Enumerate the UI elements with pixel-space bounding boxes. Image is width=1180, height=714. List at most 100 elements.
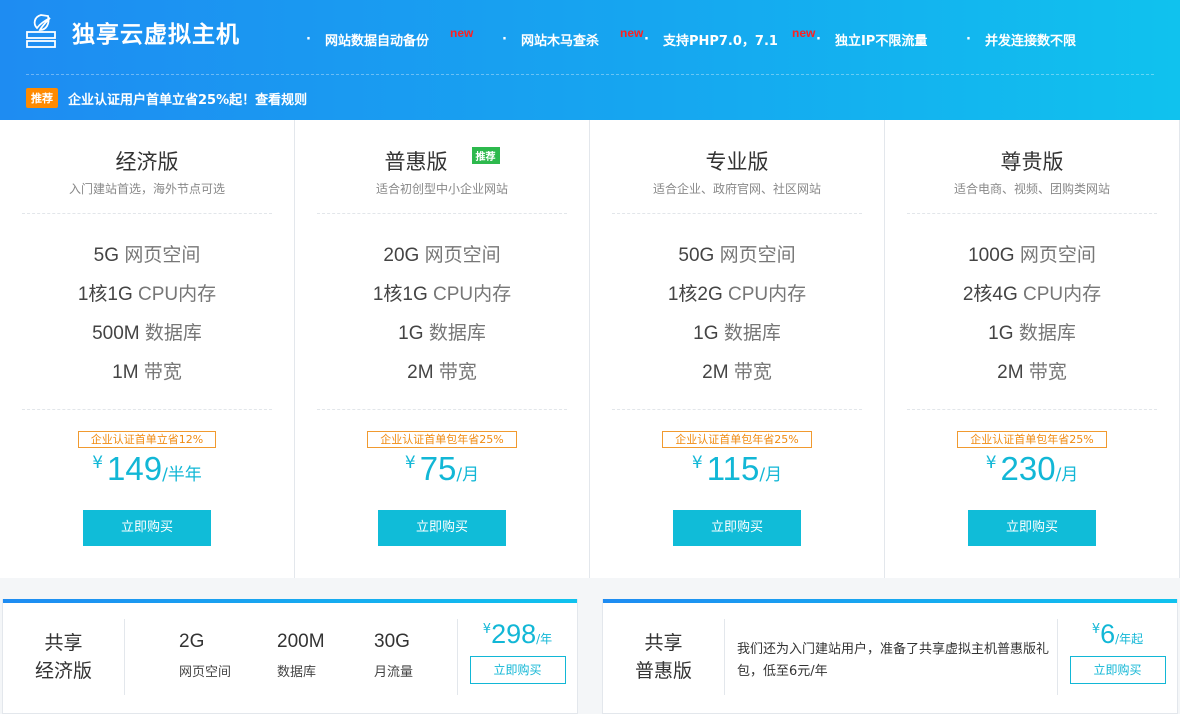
spec-web-space: 50G 网页空间	[612, 236, 862, 275]
feature-bullet: ·	[816, 31, 821, 47]
shared-plan-name-line2: 经济版	[34, 660, 92, 682]
plan-subtitle: 适合初创型中小企业网站	[375, 182, 508, 196]
spec-web-space: 100G 网页空间	[907, 236, 1157, 275]
plan-name: 尊贵版	[1001, 146, 1064, 176]
feature-unlimited-connections: · 并发连接数不限	[966, 30, 1106, 49]
discount-badge: 企业认证首单包年省25%	[590, 428, 884, 448]
spec-value: 1G	[398, 323, 424, 344]
buy-now-button[interactable]: 立即购买	[968, 510, 1096, 546]
spec-unit: 带宽	[438, 362, 477, 383]
plan-header: 经济版 入门建站首选，海外节点可选	[22, 146, 272, 214]
spec-value: 100G	[968, 245, 1015, 266]
buy-now-button[interactable]: 立即购买	[469, 656, 566, 684]
price-amount: 75	[419, 450, 457, 487]
spec-value: 2核4G	[962, 284, 1018, 305]
price-currency: ¥	[1091, 622, 1101, 637]
spec-unit: 带宽	[1028, 362, 1067, 383]
plan-subtitle: 入门建站首选，海外节点可选	[68, 182, 225, 196]
feature-malware-scan: · 网站木马查杀 new	[502, 26, 644, 49]
spec-unit: 网页空间	[424, 245, 501, 266]
price-period: /月	[759, 465, 783, 485]
price-amount: 149	[107, 450, 163, 487]
shared-price: ¥6/年起	[1058, 619, 1177, 650]
plan-name-text: 普惠版	[384, 150, 448, 174]
buy-now-button[interactable]: 立即购买	[83, 510, 211, 546]
spec-unit: 数据库	[723, 323, 781, 344]
spec-value: 1核1G	[372, 284, 428, 305]
price-period: /年	[536, 632, 553, 646]
shared-plan-name-line1: 共享	[644, 632, 683, 654]
plan-name-text: 专业版	[705, 150, 769, 174]
spec-value: 2M	[702, 362, 729, 383]
discount-text: 企业认证首单包年省25%	[957, 431, 1107, 448]
feature-php: · 支持PHP7.0，7.1 new	[644, 26, 816, 49]
spec-unit: CPU内存	[433, 284, 512, 305]
stat-value: 30G	[374, 631, 410, 652]
shared-puhui-box: 共享 普惠版 我们还为入门建站用户，准备了共享虚拟主机普惠版礼包，低至6元/年 …	[602, 599, 1178, 714]
price-currency: ¥	[92, 453, 104, 473]
shared-plan-description: 我们还为入门建站用户，准备了共享虚拟主机普惠版礼包，低至6元/年	[737, 642, 1050, 679]
shared-price-area: ¥298/年 立即购买	[457, 619, 577, 695]
spec-unit: 数据库	[428, 323, 486, 344]
discount-badge: 企业认证首单包年省25%	[295, 428, 589, 448]
spec-unit: 数据库	[144, 323, 202, 344]
spec-unit: 带宽	[143, 362, 182, 383]
spec-bandwidth: 1M 带宽	[22, 353, 272, 392]
price-period: /半年	[162, 465, 202, 485]
stat-label: 数据库	[277, 665, 317, 680]
spec-unit: 带宽	[733, 362, 772, 383]
plan-subtitle: 适合电商、视频、团购类网站	[953, 182, 1110, 196]
brand-title: 独享云虚拟主机	[72, 22, 240, 48]
buy-now-button[interactable]: 立即购买	[673, 510, 801, 546]
feature-label: 网站木马查杀	[520, 33, 599, 49]
discount-badge: 企业认证首单包年省25%	[885, 428, 1179, 448]
stat-web-space: 2G 网页空间	[179, 631, 231, 680]
shared-price: ¥298/年	[458, 619, 577, 650]
feature-label: 独立IP不限流量	[834, 33, 928, 49]
feature-backup: · 网站数据自动备份 new	[306, 26, 502, 49]
spec-value: 1M	[112, 362, 139, 383]
spec-unit: 网页空间	[1019, 245, 1096, 266]
spec-bandwidth: 2M 带宽	[612, 353, 862, 392]
box-accent-bar	[603, 599, 1177, 603]
shared-plan-name: 共享 普惠版	[603, 619, 725, 695]
promo-bar[interactable]: 推荐 企业认证用户首单立省25%起！查看规则	[26, 88, 307, 108]
plan-card-economy: 经济版 入门建站首选，海外节点可选 5G 网页空间 1核1G CPU内存 500…	[0, 120, 295, 578]
spec-unit: CPU内存	[728, 284, 807, 305]
price-currency: ¥	[404, 453, 416, 473]
price-currency: ¥	[691, 453, 703, 473]
plan-price: ¥149/半年	[0, 450, 294, 488]
spec-bandwidth: 2M 带宽	[317, 353, 567, 392]
spec-value: 2M	[997, 362, 1024, 383]
price-period: /年起	[1115, 632, 1144, 646]
plan-price: ¥75/月	[295, 450, 589, 488]
plan-card-puhui: 普惠版 推荐 适合初创型中小企业网站 20G 网页空间 1核1G CPU内存 1G…	[295, 120, 590, 578]
buy-now-button[interactable]: 立即购买	[1069, 656, 1166, 684]
spec-unit: 网页空间	[124, 245, 201, 266]
discount-text: 企业认证首单包年省25%	[367, 431, 517, 448]
spec-unit: CPU内存	[138, 284, 217, 305]
stat-database: 200M 数据库	[277, 631, 325, 680]
spec-cpu-memory: 2核4G CPU内存	[907, 275, 1157, 314]
box-accent-bar	[3, 599, 577, 603]
stat-label: 网页空间	[179, 665, 232, 680]
spec-database: 1G 数据库	[317, 314, 567, 353]
brand[interactable]: 独享云虚拟主机	[24, 12, 240, 52]
plan-header: 普惠版 推荐 适合初创型中小企业网站	[317, 146, 567, 214]
cloud-host-logo-icon	[26, 14, 56, 48]
promo-link[interactable]: 企业认证用户首单立省25%起！查看规则	[68, 89, 307, 108]
feature-label: 网站数据自动备份	[324, 33, 429, 49]
spec-web-space: 20G 网页空间	[317, 236, 567, 275]
buy-now-button[interactable]: 立即购买	[378, 510, 506, 546]
plan-price: ¥230/月	[885, 450, 1179, 488]
stat-value: 200M	[277, 631, 325, 652]
plan-specs: 50G 网页空间 1核2G CPU内存 1G 数据库 2M 带宽	[612, 236, 862, 410]
discount-text: 企业认证首单包年省25%	[662, 431, 812, 448]
plan-specs: 5G 网页空间 1核1G CPU内存 500M 数据库 1M 带宽	[22, 236, 272, 410]
spec-unit: 数据库	[1018, 323, 1076, 344]
plan-subtitle: 适合企业、政府官网、社区网站	[652, 182, 821, 196]
plan-price: ¥115/月	[590, 450, 884, 488]
plan-name-text: 尊贵版	[1000, 150, 1064, 174]
spec-unit: CPU内存	[1023, 284, 1102, 305]
spec-cpu-memory: 1核2G CPU内存	[612, 275, 862, 314]
